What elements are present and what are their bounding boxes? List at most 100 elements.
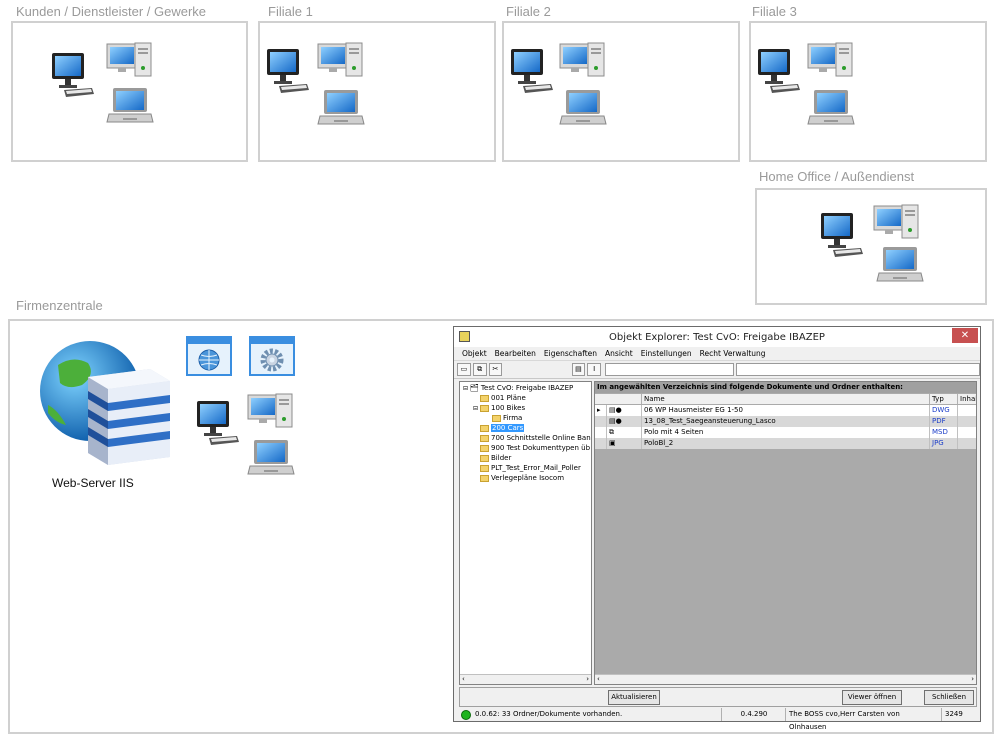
app-icon [459, 331, 470, 342]
desktop-monitor-icon [193, 398, 243, 448]
column-header-inhalt[interactable]: Inhalt [958, 394, 976, 404]
folder-icon [480, 394, 489, 402]
menu-eigenschaften[interactable]: Eigenschaften [540, 349, 601, 358]
tree-item[interactable]: 700 Schnittstelle Online Bank [480, 434, 591, 442]
menu-objekt[interactable]: Objekt [458, 349, 491, 358]
tower-pc-icon [246, 391, 296, 441]
status-ok-icon [461, 710, 471, 720]
zone-box-kunden [11, 21, 248, 162]
tree-item[interactable]: Firma [492, 414, 522, 422]
table-row[interactable]: ⧉ Polo mit 4 Seiten MSD [595, 427, 976, 438]
menu-recht-verwaltung[interactable]: Recht Verwaltung [696, 349, 770, 358]
image-type-icon: ▣ [607, 438, 642, 449]
search-input[interactable] [605, 363, 734, 376]
folder-root-icon: 🗂 [470, 384, 479, 392]
folder-tree: ⊟ 🗂 Test CvO: Freigabe IBAZEP 001 Pläne ⊟ 1… [459, 381, 592, 685]
row-pointer-icon: ▸ [595, 405, 607, 416]
zone-label-filiale2: Filiale 2 [506, 4, 551, 19]
laptop-icon [558, 86, 608, 136]
window-titlebar[interactable]: Objekt Explorer: Test CvO: Freigabe IBAZ… [454, 327, 980, 347]
open-folder-icon[interactable]: ▤ [571, 363, 586, 376]
tree-item[interactable]: Verlegepläne Isocom [480, 474, 564, 482]
laptop-icon [875, 243, 925, 293]
copy-icon[interactable]: ⧉ [472, 363, 487, 376]
column-header-typ[interactable]: Typ [930, 394, 958, 404]
tower-pc-icon [105, 40, 155, 90]
laptop-icon [105, 84, 155, 134]
zone-box-homeoffice [755, 188, 987, 305]
tree-item[interactable]: 001 Pläne [480, 394, 526, 402]
scroll-right-icon: › [586, 675, 589, 683]
scroll-right-icon: › [971, 675, 974, 683]
table-row[interactable]: ▣ PoloBl_2 JPG [595, 438, 976, 449]
tree-item[interactable]: ⊟ 100 Bikes [473, 404, 525, 412]
status-user: The BOSS cvo,Herr Carsten von Olnhausen [785, 708, 939, 731]
laptop-icon [246, 436, 296, 486]
settings-window-icon [249, 336, 295, 376]
zone-box-filiale2 [502, 21, 740, 162]
tree-item[interactable]: PLT_Test_Error_Mail_Poller [480, 464, 581, 472]
menu-bar: Objekt Bearbeiten Eigenschaften Ansicht … [454, 347, 980, 361]
menu-bearbeiten[interactable]: Bearbeiten [491, 349, 540, 358]
zone-label-filiale3: Filiale 3 [752, 4, 797, 19]
desktop-monitor-icon [754, 46, 804, 96]
status-bar: 0.0.62: 33 Ordner/Dokumente vorhanden. 0… [459, 708, 977, 731]
tree-root[interactable]: ⊟ 🗂 Test CvO: Freigabe IBAZEP [463, 384, 573, 392]
button-bar: Aktualisieren Viewer öffnen Schließen [459, 687, 977, 707]
document-type-icon: ▤● [607, 405, 642, 416]
tree-item[interactable]: Bilder [480, 454, 511, 462]
zone-label-zentrale: Firmenzentrale [16, 298, 103, 313]
folder-icon [480, 474, 489, 482]
tree-item[interactable]: 900 Test Dokumenttypen üb [480, 444, 590, 452]
scroll-left-icon: ‹ [597, 675, 600, 683]
folder-icon [480, 404, 490, 412]
grid-horizontal-scrollbar[interactable]: ‹ › [595, 674, 976, 684]
viewer-open-button[interactable]: Viewer öffnen [842, 690, 902, 705]
toolbar: ▭ ⧉ ✂ ▤ I [454, 361, 980, 379]
document-type-icon: ⧉ [607, 427, 642, 438]
close-icon[interactable]: ✕ [952, 328, 978, 343]
menu-einstellungen[interactable]: Einstellungen [637, 349, 696, 358]
desktop-monitor-icon [48, 50, 98, 100]
desktop-monitor-icon [507, 46, 557, 96]
document-grid: Im angewählten Verzeichnis sind folgende… [594, 381, 977, 685]
refresh-button[interactable]: Aktualisieren [608, 690, 660, 705]
text-cursor-icon[interactable]: I [587, 363, 602, 376]
status-count: 0.0.62: 33 Ordner/Dokumente vorhanden. [475, 710, 623, 718]
tree-horizontal-scrollbar[interactable]: ‹ › [460, 674, 591, 684]
table-row[interactable]: ▸ ▤● 06 WP Hausmeister EG 1-50 DWG [595, 405, 976, 416]
desktop-monitor-icon [263, 46, 313, 96]
column-header-blank [595, 394, 642, 404]
status-version: 0.4.290 [721, 708, 783, 721]
new-folder-icon[interactable]: ▭ [457, 363, 471, 376]
server-label: Web-Server IIS [52, 476, 134, 490]
tower-pc-icon [316, 40, 366, 90]
desktop-monitor-icon [817, 210, 867, 260]
folder-icon [480, 424, 489, 432]
laptop-icon [806, 86, 856, 136]
folder-icon [480, 444, 489, 452]
table-row[interactable]: ▤● 13_08_Test_Saegeansteuerung_Lasco PDF [595, 416, 976, 427]
tools-icon[interactable]: ✂ [488, 363, 503, 376]
laptop-icon [316, 86, 366, 136]
grid-caption: Im angewählten Verzeichnis sind folgende… [595, 382, 976, 393]
zone-label-filiale1: Filiale 1 [268, 4, 313, 19]
folder-icon [480, 464, 489, 472]
tree-item-selected[interactable]: 200 Cars [480, 424, 525, 432]
status-number: 3249 [941, 708, 975, 721]
web-window-icon [186, 336, 232, 376]
column-header-name[interactable]: Name [642, 394, 930, 404]
folder-icon [492, 414, 501, 422]
document-type-icon: ▤● [607, 416, 642, 427]
tower-pc-icon [806, 40, 856, 90]
folder-icon [480, 454, 489, 462]
window-title: Objekt Explorer: Test CvO: Freigabe IBAZ… [609, 331, 825, 343]
objekt-explorer-window: Objekt Explorer: Test CvO: Freigabe IBAZ… [453, 326, 981, 731]
server-icon [88, 369, 170, 465]
close-button[interactable]: Schließen [924, 690, 974, 705]
filter-input[interactable] [735, 363, 980, 376]
zone-label-kunden: Kunden / Dienstleister / Gewerke [16, 4, 207, 19]
menu-ansicht[interactable]: Ansicht [601, 349, 637, 358]
tower-pc-icon [558, 40, 608, 90]
web-server-graphic [40, 341, 170, 465]
